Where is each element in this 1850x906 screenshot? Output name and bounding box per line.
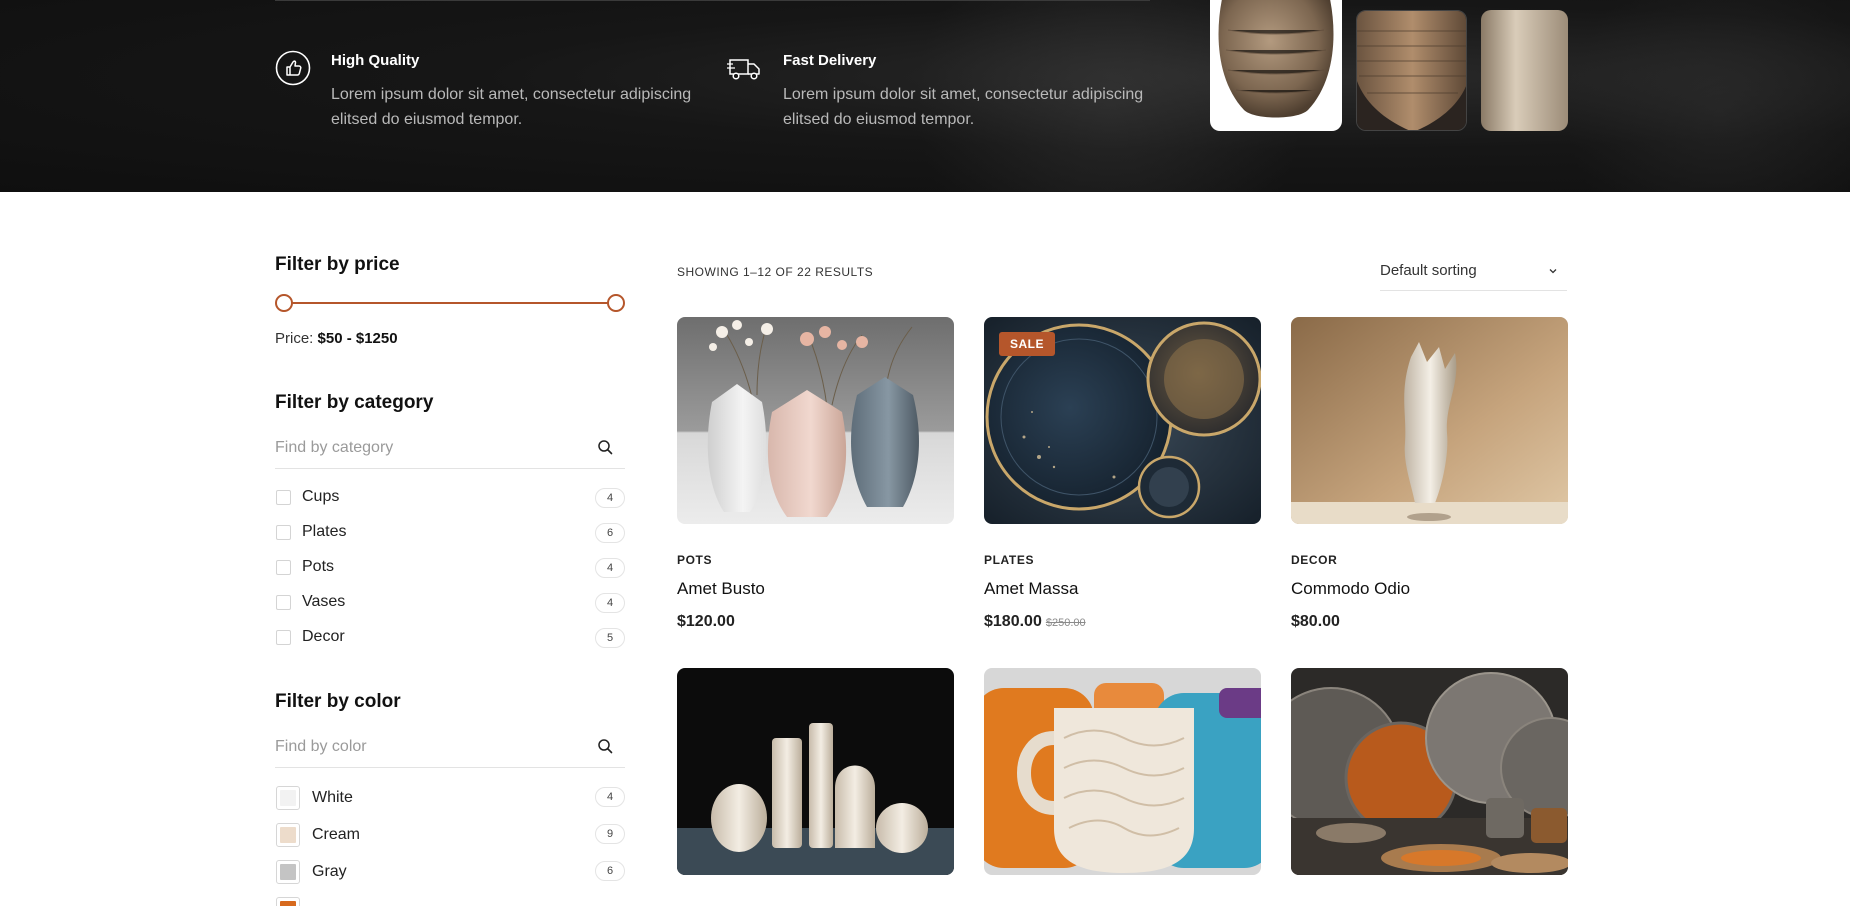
category-checkbox[interactable] xyxy=(276,560,291,575)
filter-category-title: Filter by category xyxy=(275,392,434,413)
category-filter-vases[interactable]: Vases 4 xyxy=(275,591,625,613)
product-category[interactable]: PLATES xyxy=(984,553,1034,567)
product-image[interactable] xyxy=(677,668,954,875)
color-swatch[interactable] xyxy=(276,786,300,810)
product-image[interactable] xyxy=(677,317,954,524)
hero-divider xyxy=(275,0,1150,1)
product-price: $180.00 $250.00 xyxy=(984,613,1086,631)
product-old-price: $250.00 xyxy=(1045,617,1086,629)
product-image[interactable] xyxy=(1291,317,1568,524)
price-range-slider[interactable] xyxy=(275,294,625,312)
color-count: 6 xyxy=(595,861,625,881)
color-search-input[interactable] xyxy=(275,732,575,762)
product-price: $80.00 xyxy=(1291,613,1340,631)
hero-thumbnail-cylinder[interactable] xyxy=(1481,10,1568,131)
hero-thumbnail-vase[interactable] xyxy=(1356,10,1467,131)
product-name[interactable]: Amet Busto xyxy=(677,579,765,599)
category-filter-plates[interactable]: Plates 6 xyxy=(275,521,625,543)
category-label: Cups xyxy=(302,488,340,505)
product-category[interactable]: DECOR xyxy=(1291,553,1337,567)
color-filter-white[interactable]: White 4 xyxy=(275,785,625,811)
feature-title: Fast Delivery xyxy=(783,52,877,69)
color-label: White xyxy=(312,789,353,806)
feature-text: Lorem ipsum dolor sit amet, consectetur … xyxy=(783,86,1144,128)
category-count: 5 xyxy=(595,628,625,648)
result-count: SHOWING 1–12 OF 22 RESULTS xyxy=(677,265,874,279)
chevron-down-icon xyxy=(1549,269,1557,274)
price-max-handle[interactable] xyxy=(607,294,625,312)
product-category[interactable]: POTS xyxy=(677,553,712,567)
category-search-box xyxy=(275,433,625,469)
color-label: Gray xyxy=(312,863,347,880)
category-filter-decor[interactable]: Decor 5 xyxy=(275,626,625,648)
category-checkbox[interactable] xyxy=(276,490,291,505)
price-label: Price: xyxy=(275,330,314,347)
category-checkbox[interactable] xyxy=(276,525,291,540)
category-label: Vases xyxy=(302,593,346,610)
color-filter-cream[interactable]: Cream 9 xyxy=(275,822,625,848)
color-swatch-fill xyxy=(280,864,296,880)
hero-banner: High Quality Lorem ipsum dolor sit amet,… xyxy=(0,0,1850,192)
price-min-handle[interactable] xyxy=(275,294,293,312)
category-count: 6 xyxy=(595,523,625,543)
price-range-text: Price: $50 - $1250 xyxy=(275,330,398,347)
color-swatch-fill xyxy=(280,827,296,843)
category-label: Plates xyxy=(302,523,347,540)
category-search-input[interactable] xyxy=(275,433,575,463)
color-filter-orange[interactable] xyxy=(275,896,625,906)
color-swatch-fill xyxy=(280,901,296,906)
feature-title: High Quality xyxy=(331,52,420,69)
sorting-select[interactable]: Default sorting xyxy=(1380,257,1567,291)
category-filter-pots[interactable]: Pots 4 xyxy=(275,556,625,578)
category-count: 4 xyxy=(595,593,625,613)
color-swatch[interactable] xyxy=(276,897,300,906)
filter-color-title: Filter by color xyxy=(275,691,401,712)
color-swatch[interactable] xyxy=(276,860,300,884)
product-image[interactable] xyxy=(984,668,1261,875)
product-name[interactable]: Amet Massa xyxy=(984,579,1078,599)
color-label: Cream xyxy=(312,826,361,843)
search-icon[interactable] xyxy=(597,738,613,754)
category-count: 4 xyxy=(595,558,625,578)
sorting-label: Default sorting xyxy=(1380,262,1477,279)
product-image[interactable]: SALE xyxy=(984,317,1261,524)
category-checkbox[interactable] xyxy=(276,630,291,645)
thumbs-up-icon xyxy=(275,50,311,86)
product-current-price: $180.00 xyxy=(984,613,1042,630)
product-image[interactable] xyxy=(1291,668,1568,875)
category-filter-cups[interactable]: Cups 4 xyxy=(275,486,625,508)
category-label: Decor xyxy=(302,628,345,645)
filter-price-title: Filter by price xyxy=(275,254,400,275)
color-swatch-fill xyxy=(280,790,296,806)
color-count: 4 xyxy=(595,787,625,807)
feature-text: Lorem ipsum dolor sit amet, consectetur … xyxy=(331,86,692,128)
color-swatch[interactable] xyxy=(276,823,300,847)
color-count: 9 xyxy=(595,824,625,844)
category-label: Pots xyxy=(302,558,335,575)
color-search-box xyxy=(275,732,625,768)
delivery-truck-icon xyxy=(727,59,760,80)
category-count: 4 xyxy=(595,488,625,508)
price-range-value: $50 - $1250 xyxy=(317,330,398,347)
color-filter-gray[interactable]: Gray 6 xyxy=(275,859,625,885)
product-current-price: $80.00 xyxy=(1291,613,1340,630)
sale-badge: SALE xyxy=(999,332,1056,356)
product-name[interactable]: Commodo Odio xyxy=(1291,579,1410,599)
product-current-price: $120.00 xyxy=(677,613,735,630)
hero-thumbnail-pot[interactable] xyxy=(1210,0,1342,131)
price-range-track xyxy=(285,302,615,304)
product-price: $120.00 xyxy=(677,613,735,631)
search-icon[interactable] xyxy=(597,439,613,455)
category-checkbox[interactable] xyxy=(276,595,291,610)
